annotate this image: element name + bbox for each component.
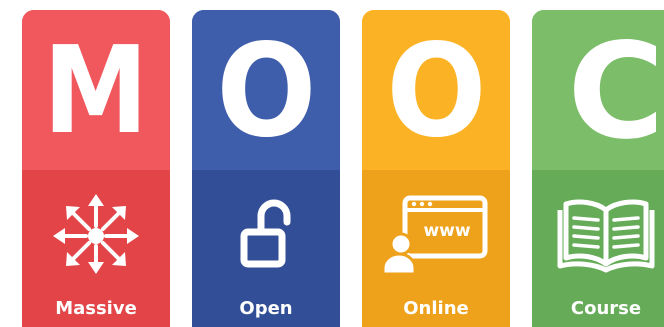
card-top: O <box>192 10 340 170</box>
card-bottom: Open <box>192 170 340 327</box>
card-label: Course <box>570 298 642 319</box>
card-letter: O <box>215 17 317 166</box>
card-bottom: Course <box>532 170 664 327</box>
card-label: Massive <box>55 298 137 319</box>
card-bottom: www Online <box>362 170 510 327</box>
card-top: M <box>22 10 170 170</box>
card-open: O Open <box>192 10 340 327</box>
card-course: C Course <box>532 10 664 327</box>
unlocked-padlock-icon <box>192 192 340 274</box>
card-letter: C <box>567 15 664 169</box>
www-text: www <box>423 221 470 241</box>
mooc-graphic: M Massive O Open O www Online C Course <box>0 0 664 327</box>
card-label: Open <box>239 298 293 319</box>
card-label: Online <box>403 298 469 319</box>
card-letter: O <box>385 17 487 166</box>
card-massive: M Massive <box>22 10 170 327</box>
user-web-browser-icon: www <box>362 192 510 274</box>
network-arrows-icon <box>22 192 170 274</box>
card-online: O www Online <box>362 10 510 327</box>
card-top: O <box>362 10 510 170</box>
open-book-icon <box>532 192 664 274</box>
card-bottom: Massive <box>22 170 170 327</box>
card-top: C <box>532 10 664 170</box>
card-letter: M <box>43 22 149 161</box>
